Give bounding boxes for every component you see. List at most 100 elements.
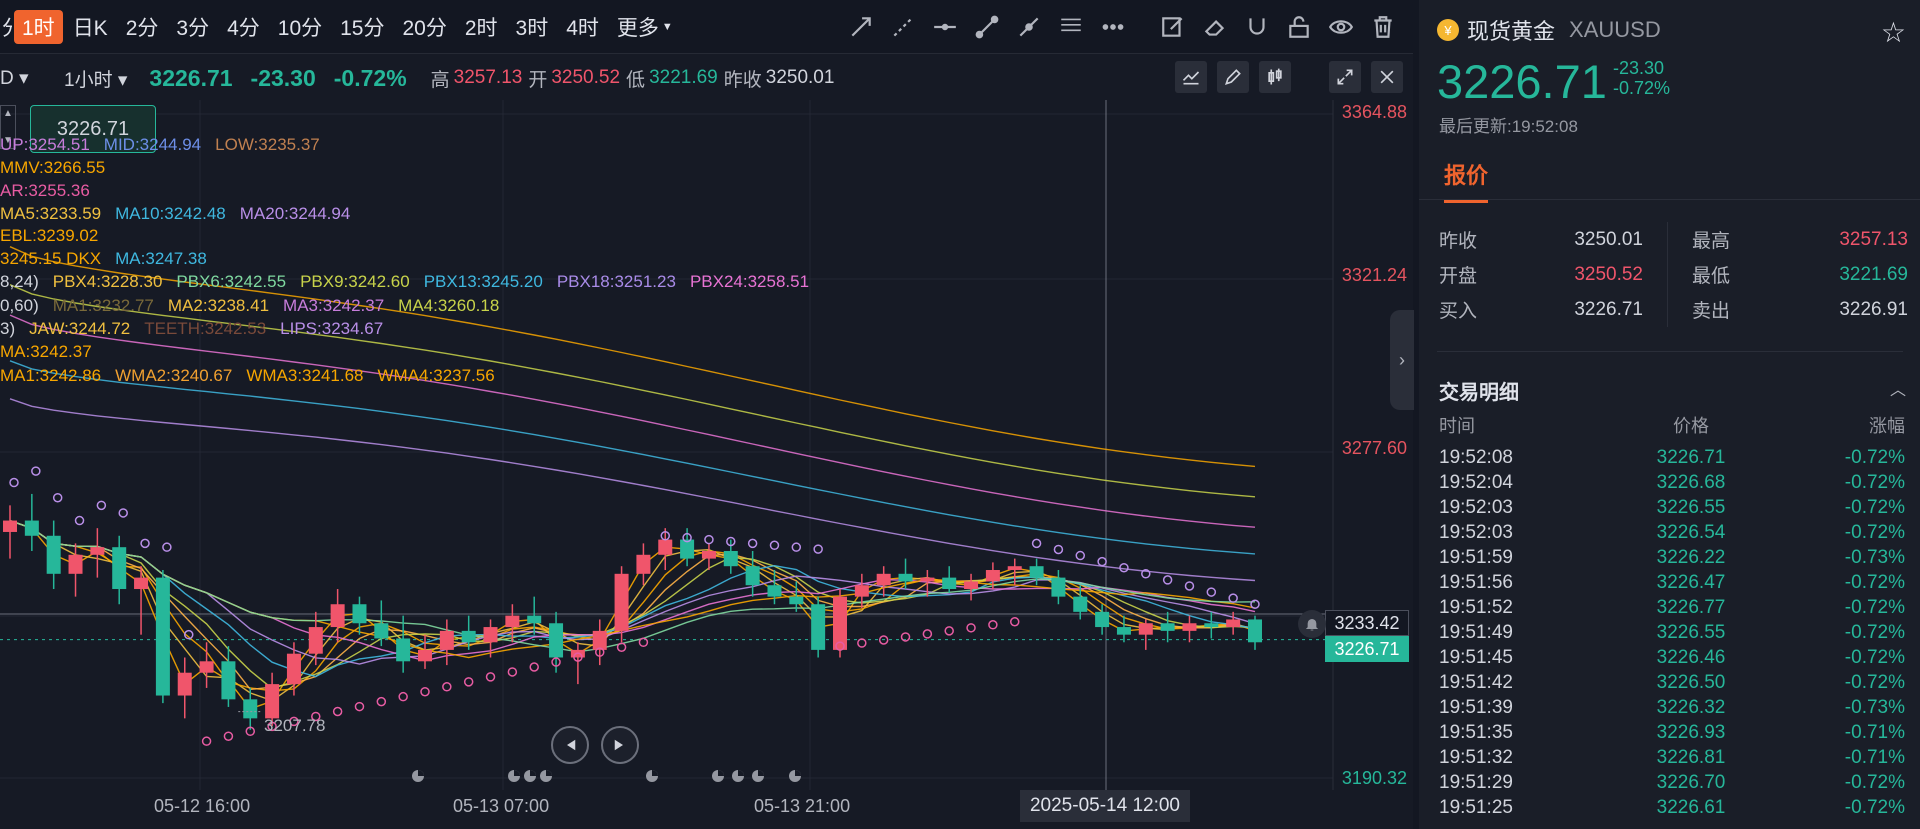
trade-time: 19:51:32 xyxy=(1439,746,1513,768)
lock-tool-button[interactable] xyxy=(1278,0,1320,54)
timeframe-minute[interactable]: 分 xyxy=(2,10,12,44)
event-marker-notch xyxy=(514,770,520,776)
timeframe-1h[interactable]: 1时 xyxy=(14,9,63,44)
sar-dot xyxy=(463,677,474,687)
replay-forward-button[interactable] xyxy=(601,726,639,764)
candle-body xyxy=(24,520,39,536)
eraser-tool-button[interactable] xyxy=(1194,0,1236,54)
indicator-value: MA1:3232.77 xyxy=(52,296,154,315)
instrument-change-pct: -0.72% xyxy=(1613,78,1671,98)
pencil-icon xyxy=(1225,69,1241,85)
indicator-value: MA20:3244.94 xyxy=(239,204,351,223)
instrument-name: 现货黄金 xyxy=(1467,19,1556,44)
quote-divider xyxy=(1667,222,1668,257)
low-label: 低 xyxy=(626,69,646,91)
more-label: 更多 xyxy=(616,16,659,40)
note-tool-button[interactable] xyxy=(1152,0,1194,54)
trade-time: 19:51:35 xyxy=(1439,721,1513,743)
more-timeframes-button[interactable]: 更多 ▼ xyxy=(609,10,681,44)
timeframe-day[interactable]: 日K xyxy=(65,10,116,44)
instrument-header: ¥ 现货黄金 XAUUSD xyxy=(1437,14,1661,46)
candle-body xyxy=(483,627,498,643)
candle-body xyxy=(308,627,323,654)
tab-quote[interactable]: 报价 xyxy=(1444,158,1489,203)
chart-panel[interactable]: 分 1时 日K 2分 3分 4分 10分 15分 20分 2时 3时 4时 更多… xyxy=(0,0,1414,829)
candles-icon xyxy=(1268,68,1282,85)
close-chart-button[interactable] xyxy=(1371,61,1403,93)
interval-selector[interactable]: 1小时 ▾ xyxy=(64,65,127,92)
candle-body xyxy=(155,577,170,696)
quote-row: 买入 3226.71 卖出 3226.91 xyxy=(1439,292,1909,327)
horizontal-line-icon xyxy=(934,23,956,31)
alert-bell-icon[interactable] xyxy=(1298,610,1326,638)
chart-style-button[interactable] xyxy=(1259,61,1291,93)
sar-dot xyxy=(791,542,802,552)
trade-price: 3226.50 xyxy=(1656,671,1726,693)
candle-body xyxy=(1248,619,1262,643)
timeframe-2h[interactable]: 2时 xyxy=(457,10,506,44)
trade-price: 3226.61 xyxy=(1656,796,1726,818)
unlock-icon xyxy=(1289,16,1309,38)
sar-dot xyxy=(332,706,343,717)
price-axis-label: 3277.60 xyxy=(1341,438,1407,458)
drawing-tools xyxy=(840,0,1404,54)
horizontal-line-tool-button[interactable] xyxy=(924,0,966,54)
sar-dot xyxy=(1009,616,1020,627)
timeframe-20m[interactable]: 20分 xyxy=(394,10,454,44)
trade-time: 19:52:03 xyxy=(1439,521,1513,543)
extended-line-tool-button[interactable] xyxy=(882,0,924,54)
replay-back-button[interactable] xyxy=(551,726,589,764)
indicator-value: 8,24) xyxy=(0,272,39,291)
visibility-tool-button[interactable] xyxy=(1320,0,1362,54)
timeframe-2m[interactable]: 2分 xyxy=(118,10,167,44)
segment-tool-button[interactable] xyxy=(1008,0,1050,54)
trade-change: -0.72% xyxy=(1844,446,1905,468)
fullscreen-button[interactable] xyxy=(1329,61,1361,93)
time-axis-label: 05-12 16:00 xyxy=(154,796,251,816)
prev-close-label: 昨收 xyxy=(723,69,762,91)
sar-dot xyxy=(1075,550,1086,561)
instrument-change: -23.30 -0.72% xyxy=(1613,58,1670,98)
trade-change: -0.72% xyxy=(1844,521,1905,543)
indicator-value: EBL:3239.02 xyxy=(0,226,99,245)
trade-row: 19:51:42 3226.50 -0.72% xyxy=(1439,670,1905,695)
event-marker-notch xyxy=(718,770,724,776)
segment-icon xyxy=(1019,17,1039,37)
sar-dot xyxy=(638,637,649,648)
favorite-star-icon[interactable]: ☆ xyxy=(1881,16,1906,49)
ray-tool-button[interactable] xyxy=(840,0,882,54)
sar-dot xyxy=(52,492,63,503)
trade-time: 19:52:03 xyxy=(1439,496,1513,518)
timeframe-3h[interactable]: 3时 xyxy=(508,10,557,44)
panel-toggle-button[interactable]: › xyxy=(1390,310,1414,410)
sar-dot xyxy=(857,638,867,648)
timeframe-4m[interactable]: 4分 xyxy=(219,10,268,44)
timeframe-15m[interactable]: 15分 xyxy=(332,10,392,44)
symbol-selector[interactable]: D ▾ xyxy=(0,67,50,90)
trade-price: 3226.55 xyxy=(1656,621,1726,643)
indicator-value: MA10:3242.48 xyxy=(115,204,226,223)
timeframe-10m[interactable]: 10分 xyxy=(270,10,330,44)
candle-body xyxy=(177,672,192,696)
timeframe-3m[interactable]: 3分 xyxy=(168,10,217,44)
indicator-value: PBX4:3228.30 xyxy=(52,272,163,291)
trend-line-tool-button[interactable] xyxy=(966,0,1008,54)
trade-price: 3226.71 xyxy=(1656,446,1726,468)
fibonacci-tool-button[interactable] xyxy=(1050,0,1092,54)
candle-body xyxy=(658,539,673,555)
candle-body xyxy=(898,573,913,582)
delete-tool-button[interactable] xyxy=(1362,0,1404,54)
more-tools-button[interactable] xyxy=(1092,0,1134,54)
trade-row: 19:51:49 3226.55 -0.72% xyxy=(1439,620,1905,645)
indicator-toggle-button[interactable] xyxy=(1175,61,1207,93)
indicator-value: 3245.15 DKX xyxy=(0,249,102,268)
time-axis-label: 05-13 07:00 xyxy=(453,796,550,816)
sar-dot xyxy=(201,736,212,746)
crosshair-time-label: 2025-05-14 12:00 xyxy=(1020,790,1190,822)
timeframe-4h[interactable]: 4时 xyxy=(558,10,607,44)
sar-dot xyxy=(31,466,41,476)
draw-button[interactable] xyxy=(1217,61,1249,93)
eraser-icon xyxy=(1204,20,1225,36)
collapse-caret-icon[interactable]: ︿ xyxy=(1890,376,1906,400)
magnet-tool-button[interactable] xyxy=(1236,0,1278,54)
